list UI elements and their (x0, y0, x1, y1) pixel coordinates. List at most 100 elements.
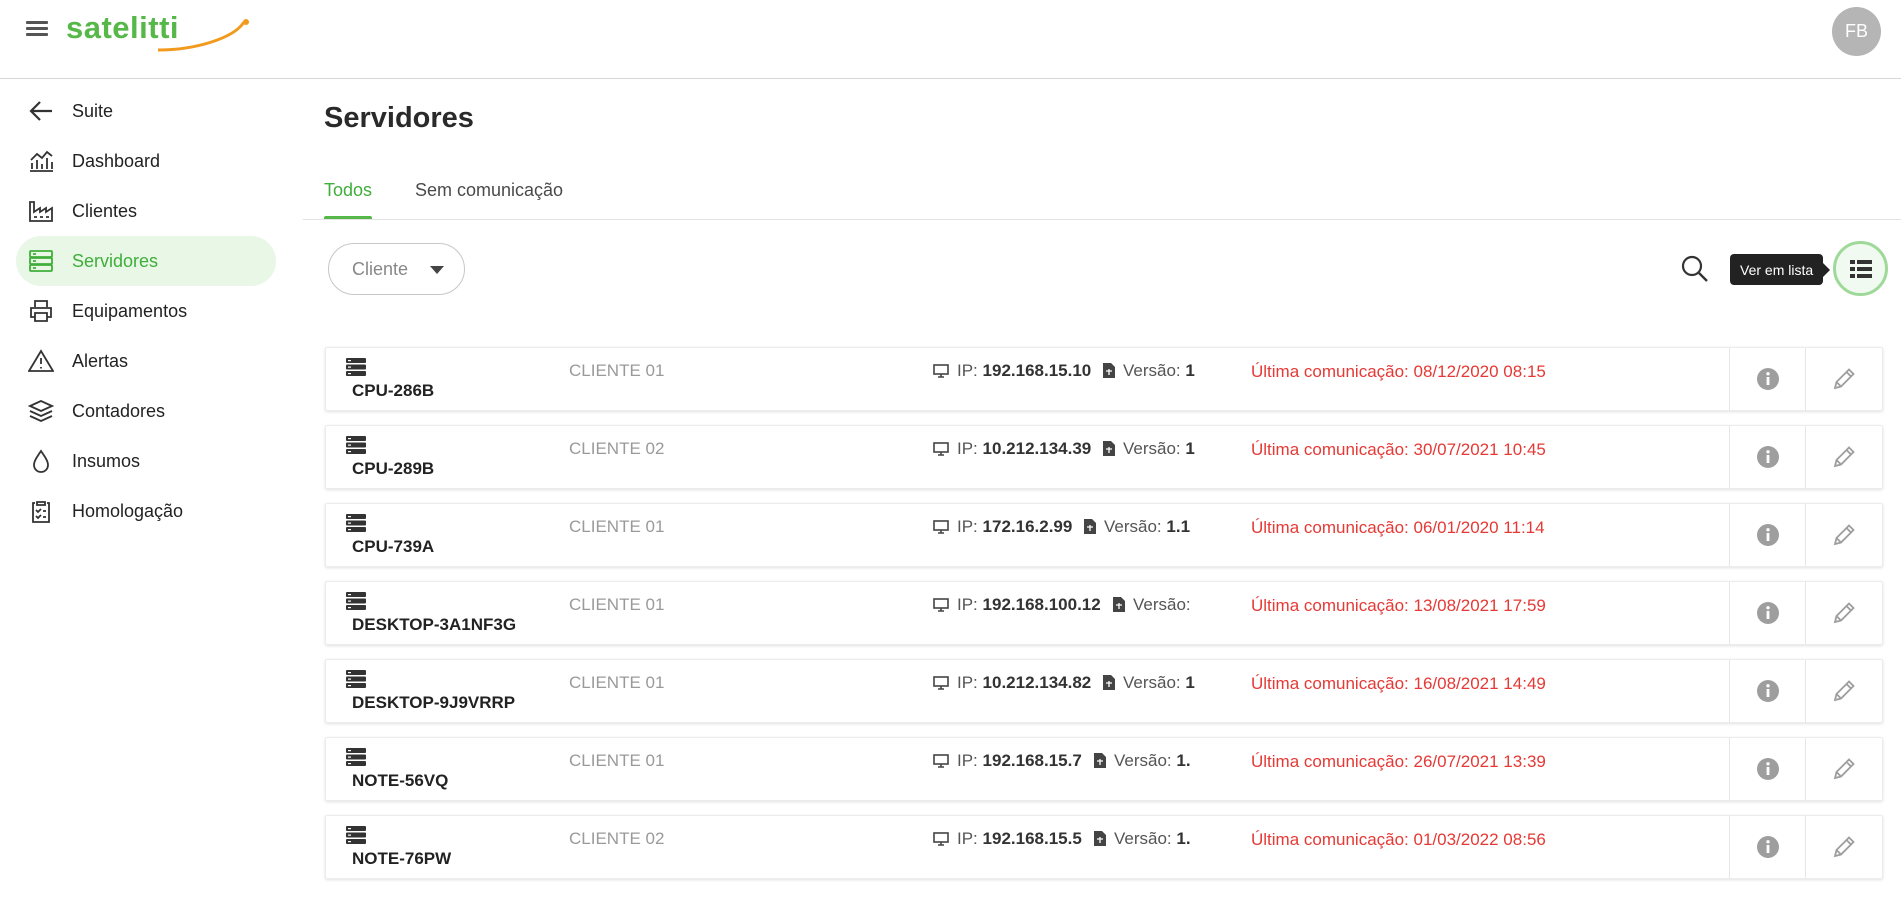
logo-swoosh-icon (157, 19, 249, 52)
server-client: CLIENTE 01 (569, 751, 665, 770)
server-ip: IP: 192.168.15.5 (933, 829, 1082, 849)
sidebar-item-contadores[interactable]: Contadores (16, 386, 276, 436)
view-list-button[interactable] (1833, 241, 1888, 296)
file-icon (1113, 597, 1125, 612)
server-icon (29, 250, 53, 272)
table-row[interactable]: NOTE-56VQ CLIENTE 01 IP: 192.168.15.7 Ve… (325, 737, 1883, 801)
clipboard-icon (32, 501, 50, 523)
file-icon (1094, 753, 1106, 768)
info-icon (1756, 368, 1779, 390)
info-button[interactable] (1729, 348, 1805, 410)
ip-label: IP: (957, 517, 978, 536)
edit-button[interactable] (1805, 738, 1882, 800)
server-version: Versão: 1. (1094, 751, 1251, 771)
search-icon[interactable] (1678, 252, 1712, 286)
edit-button[interactable] (1805, 426, 1882, 488)
server-ip: IP: 172.16.2.99 (933, 517, 1072, 537)
info-button[interactable] (1729, 582, 1805, 644)
sidebar-item-servidores[interactable]: Servidores (16, 236, 276, 286)
table-row[interactable]: CPU-286B CLIENTE 01 IP: 192.168.15.10 Ve… (325, 347, 1883, 411)
table-row[interactable]: DESKTOP-3A1NF3G CLIENTE 01 IP: 192.168.1… (325, 581, 1883, 645)
server-ip: IP: 10.212.134.39 (933, 439, 1091, 459)
page-title: Servidores (324, 102, 474, 134)
last-communication: Última comunicação: 06/01/2020 11:14 (1251, 518, 1545, 538)
factory-icon (29, 201, 53, 222)
sidebar-item-clientes[interactable]: Clientes (16, 186, 276, 236)
edit-button[interactable] (1805, 816, 1882, 878)
chart-icon (30, 150, 53, 172)
ip-label: IP: (957, 439, 978, 458)
sidebar-item-equipamentos[interactable]: Equipamentos (16, 286, 276, 336)
server-icon (346, 436, 366, 454)
server-name: NOTE-76PW (352, 849, 452, 868)
sidebar-item-alertas[interactable]: Alertas (16, 336, 276, 386)
version-label: Versão: (1114, 829, 1172, 848)
server-version: Versão: 1 (1103, 673, 1251, 693)
sidebar-item-dashboard[interactable]: Dashboard (16, 136, 276, 186)
info-button[interactable] (1729, 660, 1805, 722)
pencil-icon (1833, 446, 1855, 468)
printer-icon (30, 300, 52, 322)
server-icon (346, 514, 366, 532)
server-client: CLIENTE 01 (569, 595, 665, 614)
version-value: 1. (1176, 751, 1191, 770)
server-icon (346, 748, 366, 766)
menu-icon[interactable] (24, 18, 50, 44)
table-row[interactable]: CPU-739A CLIENTE 01 IP: 172.16.2.99 Vers… (325, 503, 1883, 567)
last-communication: Última comunicação: 13/08/2021 17:59 (1251, 596, 1546, 616)
edit-button[interactable] (1805, 660, 1882, 722)
ip-label: IP: (957, 361, 978, 380)
tab-todos[interactable]: Todos (324, 180, 373, 220)
edit-button[interactable] (1805, 504, 1882, 566)
drop-icon (33, 449, 49, 473)
avatar[interactable]: FB (1832, 7, 1881, 56)
ip-label: IP: (957, 829, 978, 848)
table-row[interactable]: DESKTOP-9J9VRRP CLIENTE 01 IP: 10.212.13… (325, 659, 1883, 723)
sidebar-item-label: Suite (72, 100, 114, 121)
sidebar-item-insumos[interactable]: Insumos (16, 436, 276, 486)
ip-value: 192.168.15.7 (982, 751, 1082, 770)
info-button[interactable] (1729, 738, 1805, 800)
sidebar-item-suite[interactable]: Suite (16, 86, 276, 136)
monitor-icon (933, 598, 949, 612)
ip-value: 192.168.15.10 (982, 361, 1092, 380)
pencil-icon (1833, 836, 1855, 858)
server-client: CLIENTE 02 (569, 829, 665, 848)
sidebar-item-label: Clientes (72, 200, 138, 221)
info-button[interactable] (1729, 504, 1805, 566)
edit-button[interactable] (1805, 582, 1882, 644)
server-icon (346, 826, 366, 844)
server-name: DESKTOP-9J9VRRP (352, 693, 516, 712)
server-client: CLIENTE 01 (569, 517, 665, 536)
info-button[interactable] (1729, 426, 1805, 488)
server-name: CPU-289B (352, 459, 435, 478)
info-icon (1756, 680, 1779, 702)
server-ip: IP: 192.168.100.12 (933, 595, 1101, 615)
tab-sem-comunicacao[interactable]: Sem comunicação (415, 180, 563, 220)
sidebar-item-homologacao[interactable]: Homologação (16, 486, 276, 536)
edit-button[interactable] (1805, 348, 1882, 410)
server-client: CLIENTE 02 (569, 439, 665, 458)
monitor-icon (933, 442, 949, 456)
info-icon (1756, 602, 1779, 624)
logo[interactable]: satelitti (66, 10, 249, 54)
client-filter-select[interactable]: Cliente (328, 243, 465, 295)
info-icon (1756, 446, 1779, 468)
client-filter-label: Cliente (352, 258, 409, 279)
sidebar-item-label: Dashboard (72, 150, 161, 171)
pencil-icon (1833, 758, 1855, 780)
server-ip: IP: 192.168.15.10 (933, 361, 1091, 381)
sidebar-item-label: Alertas (72, 350, 129, 371)
ip-value: 172.16.2.99 (982, 517, 1073, 536)
info-button[interactable] (1729, 816, 1805, 878)
ip-value: 10.212.134.82 (982, 673, 1092, 692)
warning-icon (28, 349, 54, 372)
version-label: Versão: (1133, 595, 1191, 614)
server-icon (346, 670, 366, 688)
server-version: Versão: (1113, 595, 1251, 615)
table-row[interactable]: NOTE-76PW CLIENTE 02 IP: 192.168.15.5 Ve… (325, 815, 1883, 879)
pencil-icon (1833, 680, 1855, 702)
monitor-icon (933, 754, 949, 768)
table-row[interactable]: CPU-289B CLIENTE 02 IP: 10.212.134.39 Ve… (325, 425, 1883, 489)
server-ip: IP: 192.168.15.7 (933, 751, 1082, 771)
